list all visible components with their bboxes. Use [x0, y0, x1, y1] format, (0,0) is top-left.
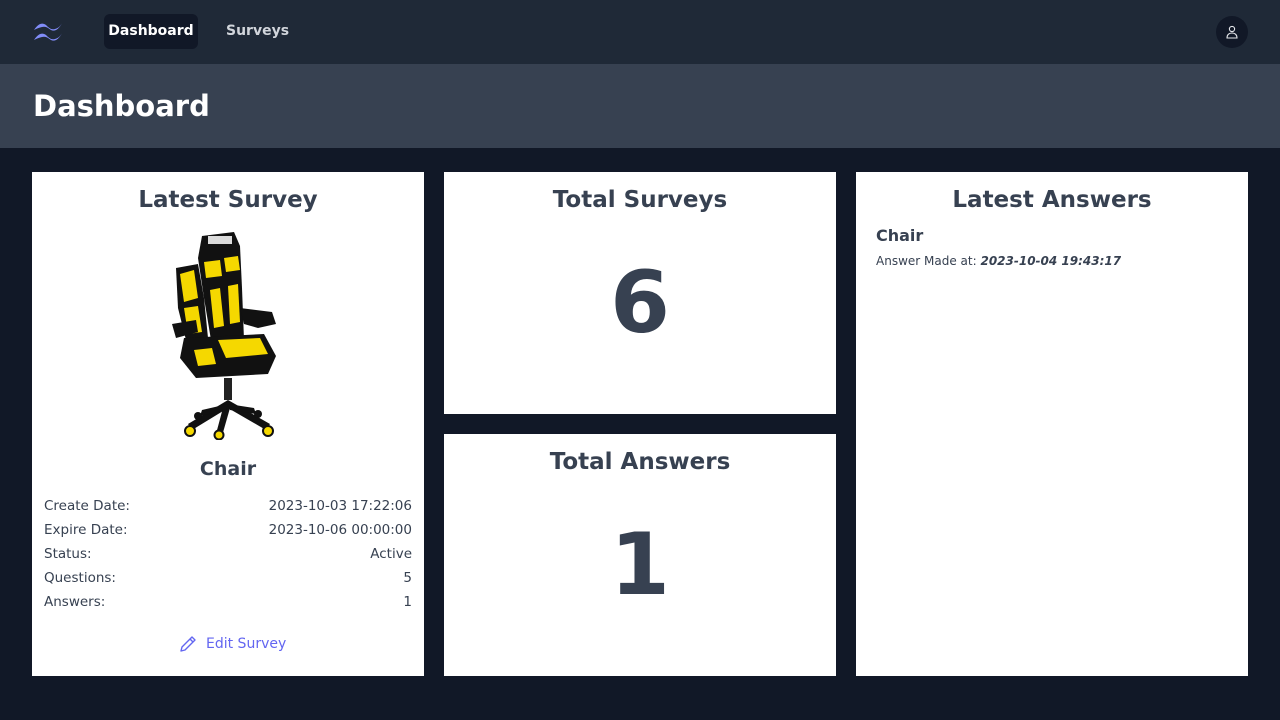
latest-survey-title: Latest Survey [138, 187, 318, 213]
info-row-status: Status: Active [44, 544, 412, 564]
latest-survey-card: Latest Survey Chair Create Date: 2023-10… [32, 172, 424, 676]
info-value: 5 [403, 570, 412, 586]
top-navbar: Dashboard Surveys [0, 0, 1280, 64]
user-icon [1226, 25, 1238, 39]
total-answers-title: Total Answers [549, 449, 731, 475]
info-row-answers: Answers: 1 [44, 592, 412, 612]
nav-dashboard[interactable]: Dashboard [104, 14, 198, 49]
pencil-icon [180, 636, 196, 652]
user-menu-button[interactable] [1216, 16, 1248, 48]
info-label: Create Date: [44, 498, 130, 514]
info-label: Questions: [44, 570, 116, 586]
info-label: Answers: [44, 594, 106, 610]
info-row-create-date: Create Date: 2023-10-03 17:22:06 [44, 496, 412, 516]
latest-answers-card: Latest Answers Chair Answer Made at: 202… [856, 172, 1248, 676]
total-surveys-card: Total Surveys 6 [444, 172, 836, 414]
info-label: Status: [44, 546, 92, 562]
answer-meta: Answer Made at: 2023-10-04 19:43:17 [876, 252, 1121, 270]
page-header: Dashboard [0, 64, 1280, 148]
info-value: 2023-10-03 17:22:06 [268, 498, 412, 514]
gaming-chair-image [172, 232, 276, 440]
info-row-questions: Questions: 5 [44, 568, 412, 588]
answer-made-at-label: Answer Made at: [876, 254, 977, 268]
edit-survey-label[interactable]: Edit Survey [206, 634, 286, 654]
info-value: 1 [403, 594, 412, 610]
info-label: Expire Date: [44, 522, 128, 538]
total-answers-value: 1 [610, 515, 670, 615]
total-surveys-title: Total Surveys [552, 187, 728, 213]
info-value: Active [370, 546, 412, 562]
latest-answers-title: Latest Answers [952, 187, 1152, 213]
total-surveys-value: 6 [610, 253, 670, 353]
total-answers-card: Total Answers 1 [444, 434, 836, 676]
info-row-expire-date: Expire Date: 2023-10-06 00:00:00 [44, 520, 412, 540]
page-title: Dashboard [33, 89, 210, 123]
info-value: 2023-10-06 00:00:00 [268, 522, 412, 538]
logo-icon[interactable] [32, 22, 64, 42]
edit-survey-link[interactable]: Edit Survey [178, 634, 286, 654]
nav-surveys[interactable]: Surveys [214, 14, 301, 49]
answer-survey-name[interactable]: Chair [876, 226, 923, 246]
latest-survey-name: Chair [199, 458, 257, 480]
answer-made-at-value: 2023-10-04 19:43:17 [980, 254, 1122, 268]
